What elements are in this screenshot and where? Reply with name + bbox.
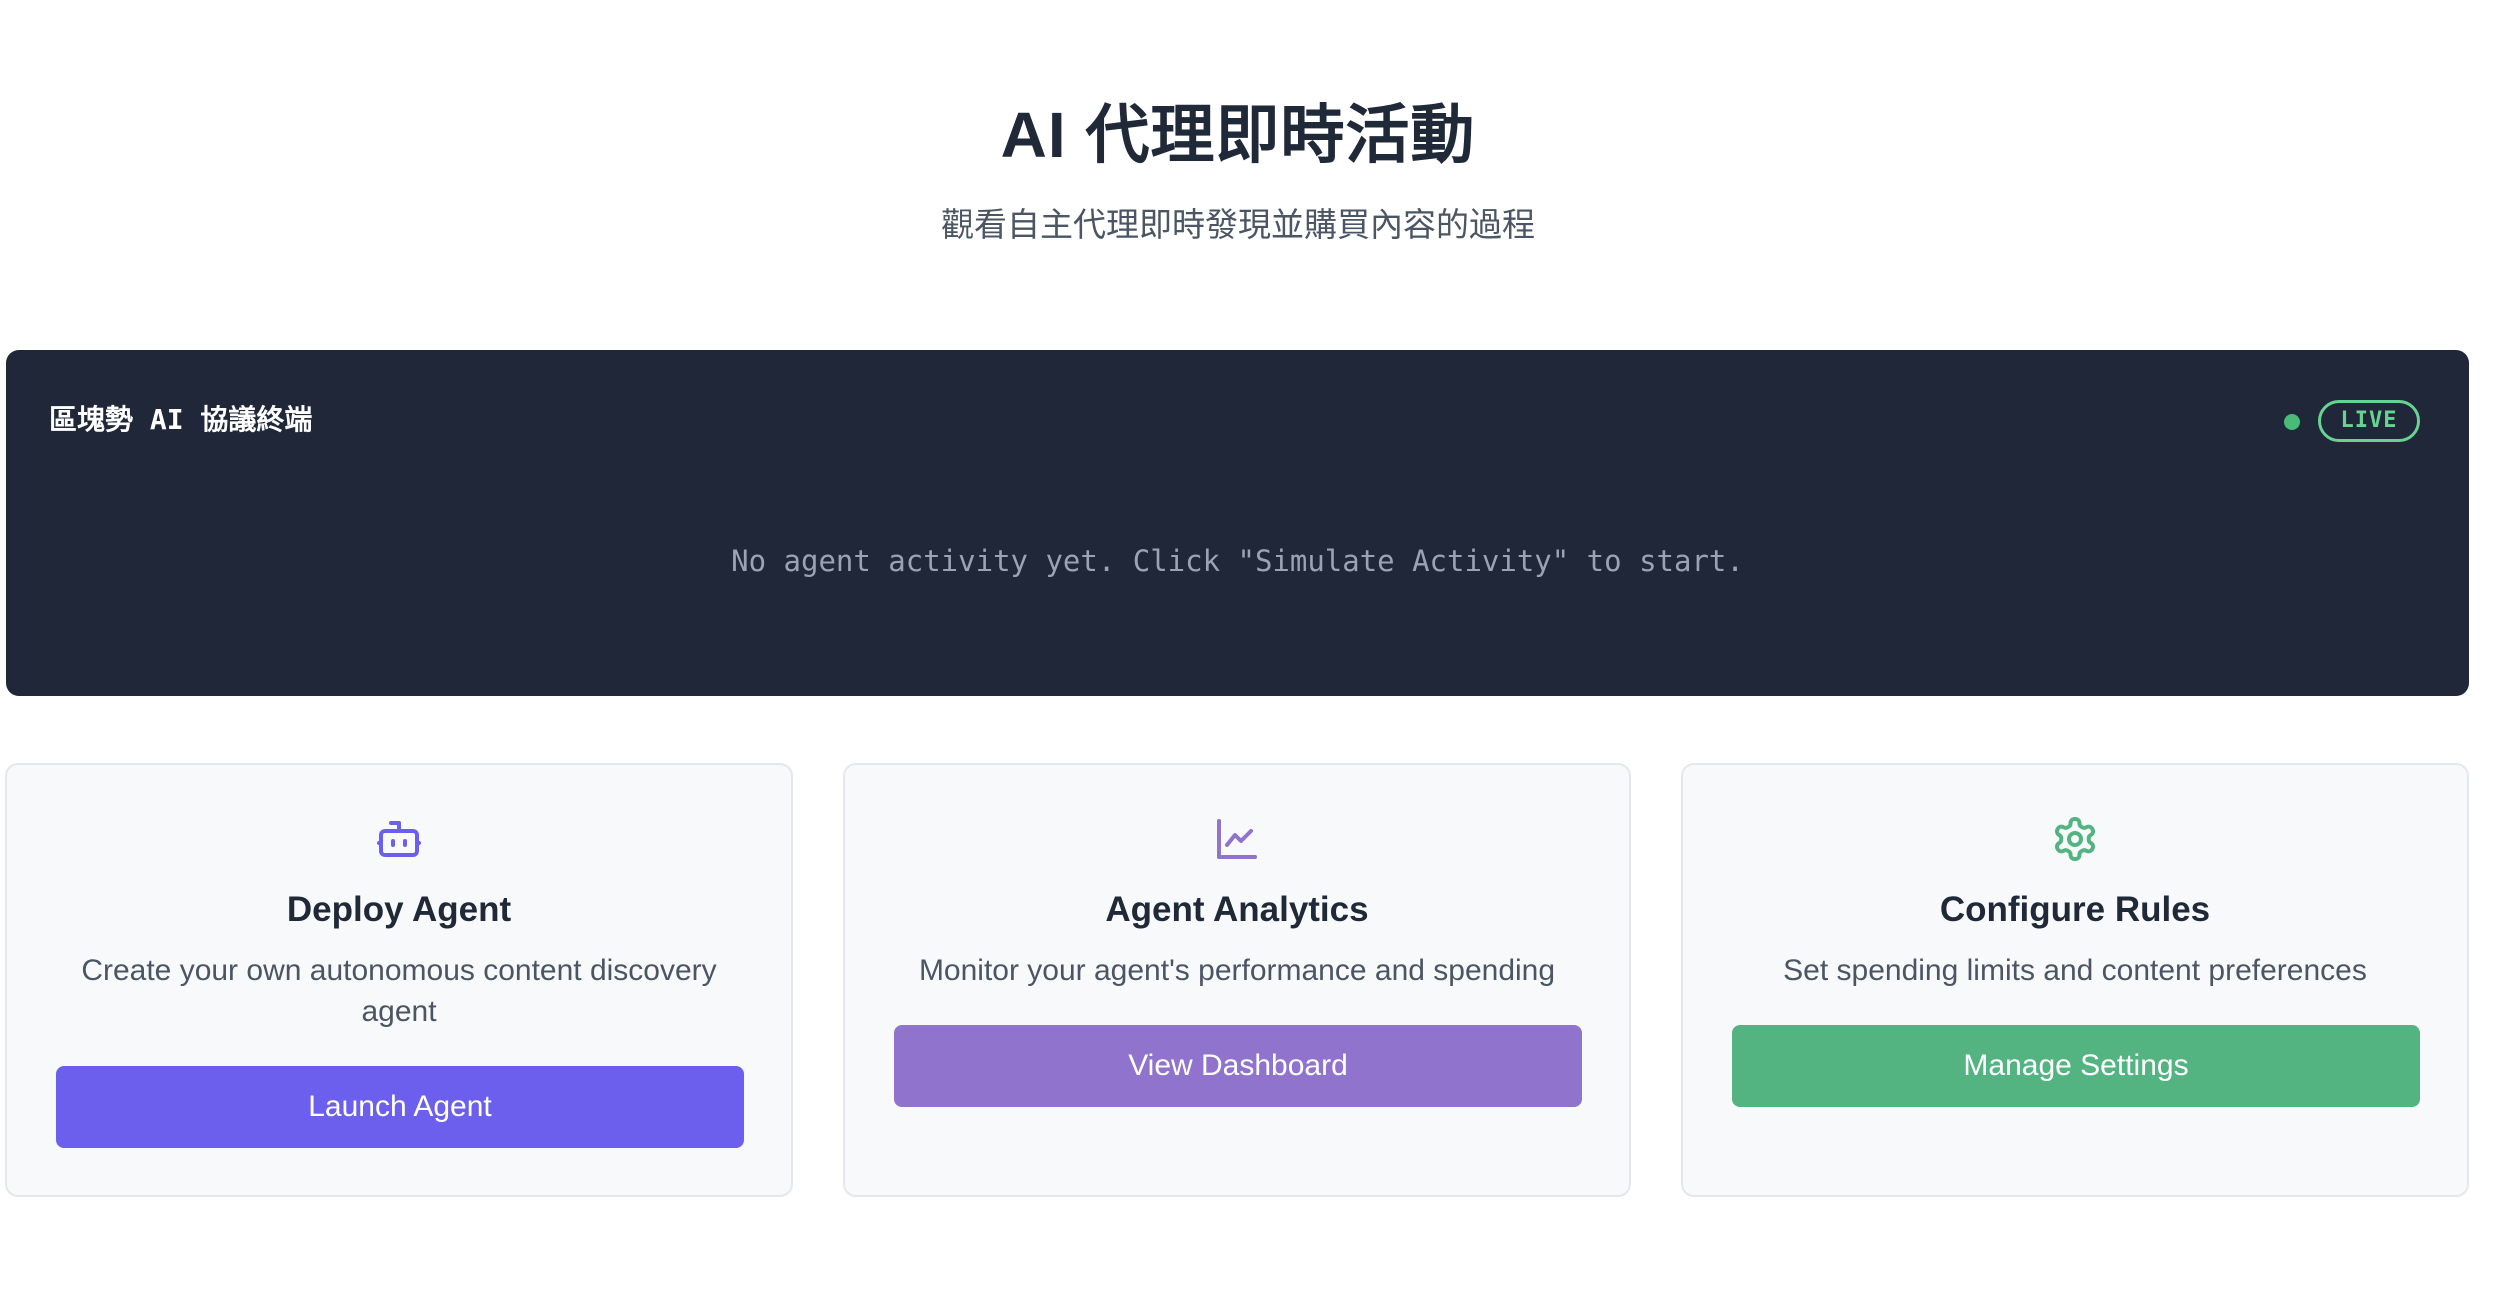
manage-settings-button[interactable]: Manage Settings <box>1732 1025 2420 1107</box>
terminal-empty-message: No agent activity yet. Click "Simulate A… <box>731 544 1744 578</box>
launch-agent-button[interactable]: Launch Agent <box>56 1066 744 1148</box>
robot-icon <box>375 815 423 863</box>
terminal-title: 區塊勢 AI 協議終端 <box>49 403 313 436</box>
agent-analytics-card: Agent Analytics Monitor your agent's per… <box>843 763 1631 1197</box>
page: AI 代理即時活動 觀看自主代理即時發現並購買內容的過程 區塊勢 AI 協議終端… <box>0 0 2500 1304</box>
live-status-dot <box>2284 414 2300 430</box>
configure-rules-card: Configure Rules Set spending limits and … <box>1681 763 2469 1197</box>
card-title: Configure Rules <box>1939 890 2211 929</box>
deploy-agent-card: Deploy Agent Create your own autonomous … <box>5 763 793 1197</box>
page-title: AI 代理即時活動 <box>1000 99 1476 171</box>
card-title: Agent Analytics <box>1105 890 1369 929</box>
card-title: Deploy Agent <box>286 890 512 929</box>
view-dashboard-button[interactable]: View Dashboard <box>894 1025 1582 1107</box>
page-subtitle: 觀看自主代理即時發現並購買內容的過程 <box>941 206 1535 243</box>
card-description: Set spending limits and content preferen… <box>1783 954 2367 987</box>
card-description: Create your own autonomous content disco… <box>81 954 717 1028</box>
line-chart-icon <box>1213 815 1261 863</box>
activity-terminal <box>6 350 2469 696</box>
live-badge: LIVE <box>2318 400 2420 442</box>
gear-icon <box>2051 815 2099 863</box>
card-description: Monitor your agent's performance and spe… <box>918 954 1556 987</box>
